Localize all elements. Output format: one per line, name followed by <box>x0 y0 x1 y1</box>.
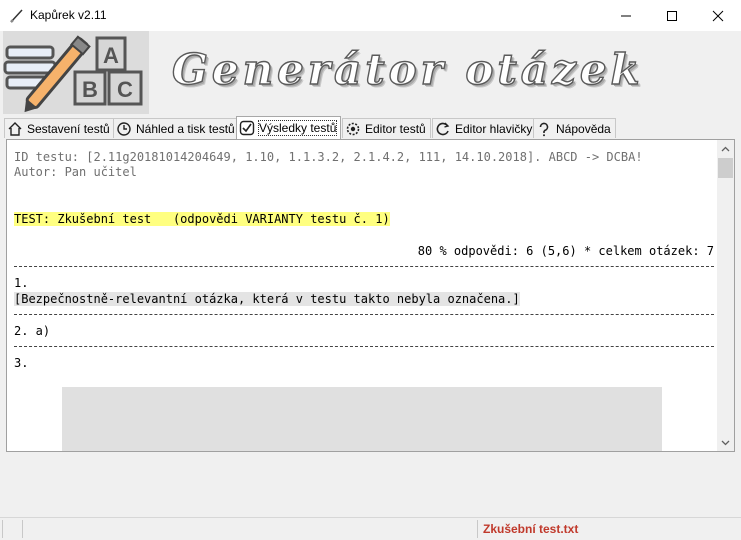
banner-title: Generátor otázek <box>171 44 644 94</box>
clock-icon <box>117 121 131 136</box>
minimize-icon <box>621 15 631 16</box>
tab-napoveda[interactable]: Nápověda <box>533 118 616 138</box>
pen-icon <box>10 9 23 23</box>
books-abc-logo-icon: A B C <box>3 35 143 113</box>
maximize-icon <box>667 10 677 21</box>
vertical-scrollbar[interactable] <box>717 140 734 451</box>
question-image-placeholder <box>62 387 662 451</box>
minimize-button[interactable] <box>603 0 649 31</box>
separator <box>14 314 714 315</box>
house-icon <box>8 121 22 136</box>
question-number: 1. <box>14 276 29 290</box>
logo: A B C <box>3 31 149 114</box>
tab-sestaveni-testu[interactable]: Sestavení testů <box>4 118 115 138</box>
question-answer: 2. a) <box>14 324 51 338</box>
check-icon <box>239 120 255 136</box>
maximize-button[interactable] <box>649 0 695 31</box>
separator <box>14 266 714 267</box>
status-panel <box>2 520 23 538</box>
summary-line: 80 % odpovědi: 6 (5,6) * celkem otázek: … <box>417 244 714 258</box>
gear-icon <box>346 122 360 135</box>
question-number: 3. <box>14 356 29 370</box>
tab-editor-testu[interactable]: Editor testů <box>342 118 431 138</box>
refresh-icon <box>436 122 450 135</box>
svg-text:B: B <box>82 77 98 102</box>
tab-vysledky-testu[interactable]: Výsledky testů <box>236 116 342 139</box>
chevron-down-icon <box>721 440 730 445</box>
test-name-line: TEST: Zkušební test (odpovědi VARIANTY t… <box>14 212 390 226</box>
test-id-line: ID testu: [2.11g20181014204649, 1.10, 1.… <box>14 150 643 164</box>
banner: A B C Generátor otázek <box>0 31 741 115</box>
window-title: Kapůrek v2.11 <box>30 8 107 22</box>
separator <box>14 346 714 347</box>
close-button[interactable] <box>695 0 741 31</box>
svg-text:C: C <box>117 77 133 102</box>
question-icon <box>539 122 549 136</box>
close-icon <box>712 10 724 21</box>
scrollbar-thumb[interactable] <box>718 158 733 178</box>
tab-editor-hlavicky[interactable]: Editor hlavičky <box>432 118 538 138</box>
question-text: [Bezpečnostně-relevantní otázka, která v… <box>14 292 520 306</box>
title-bar: Kapůrek v2.11 <box>0 0 741 31</box>
tab-nahled-a-tisk[interactable]: Náhled a tisk testů <box>113 118 240 138</box>
scroll-up-button[interactable] <box>717 140 734 157</box>
scroll-down-button[interactable] <box>717 434 734 451</box>
author-line: Autor: Pan učitel <box>14 165 137 179</box>
svg-text:A: A <box>103 43 119 68</box>
tab-bar: Sestavení testů Náhled a tisk testů Výsl… <box>4 116 739 139</box>
results-panel[interactable]: ID testu: [2.11g20181014204649, 1.10, 1.… <box>6 139 735 452</box>
chevron-up-icon <box>721 146 730 151</box>
status-panel <box>23 520 478 538</box>
status-bar: Zkušební test.txt <box>0 517 741 540</box>
status-filename: Zkušební test.txt <box>483 522 579 536</box>
